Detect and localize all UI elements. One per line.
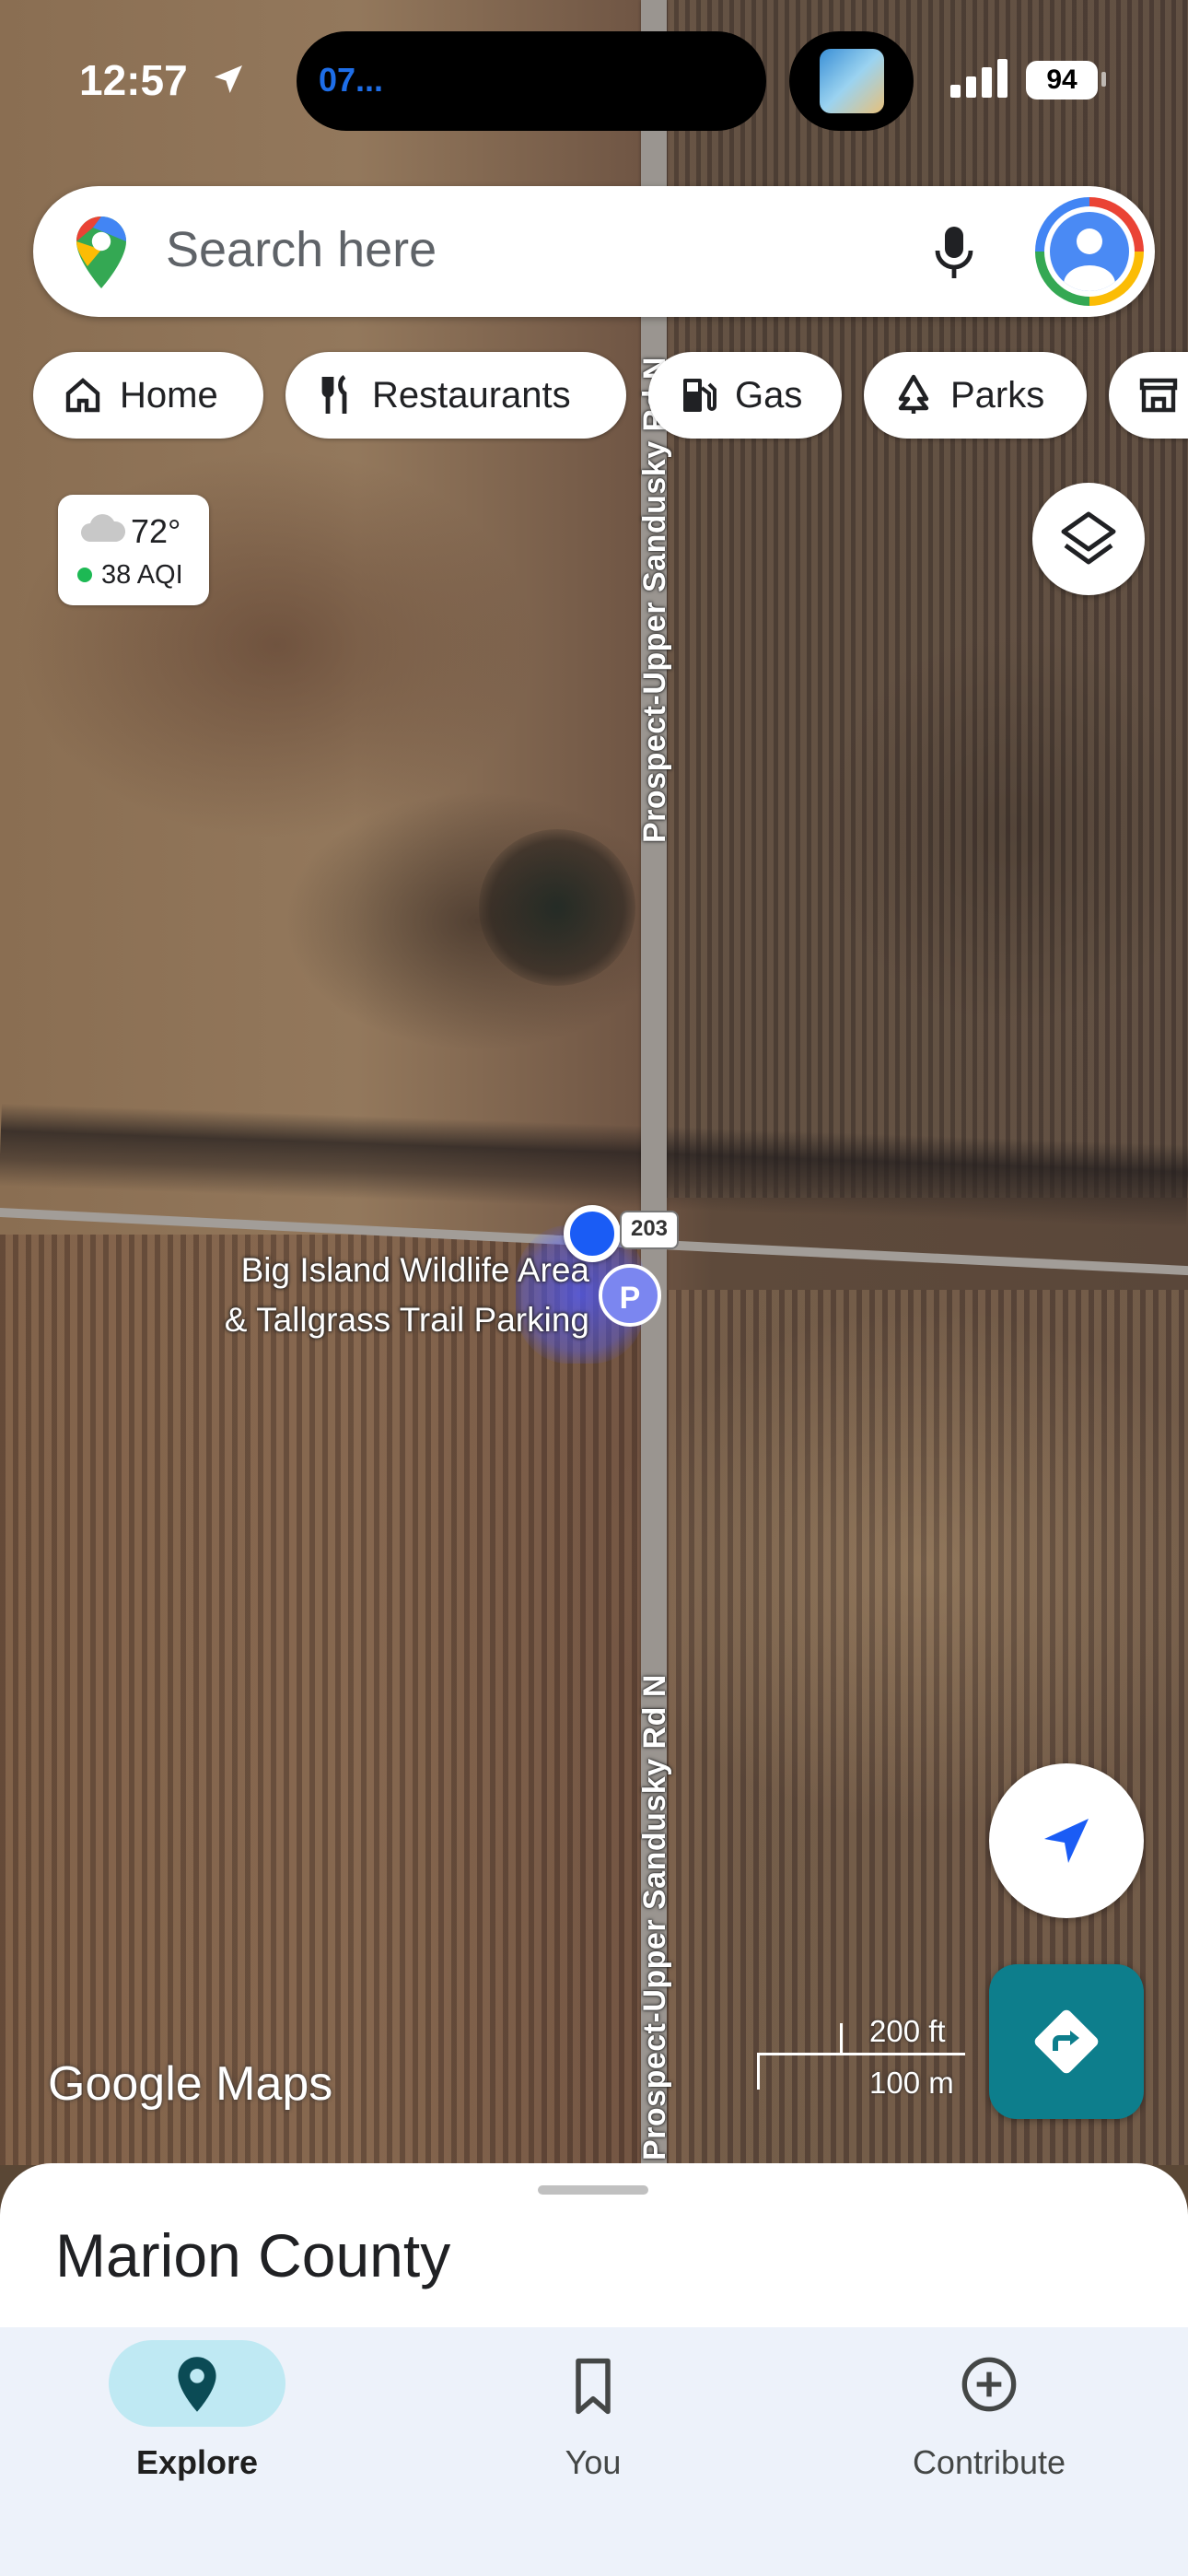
farm-field	[0, 1235, 645, 2165]
directions-button[interactable]	[989, 1964, 1144, 2119]
shopping-icon	[1139, 378, 1178, 413]
nav-contribute[interactable]: Contribute	[851, 2443, 1127, 2482]
scale-imperial: 200 ft	[869, 2014, 946, 2048]
google-maps-logo: Google Maps	[48, 2056, 332, 2112]
microphone-icon[interactable]	[932, 225, 976, 280]
chip-home[interactable]: Home	[33, 352, 263, 439]
aqi-status-dot	[77, 568, 92, 582]
parking-pin[interactable]: P	[599, 1264, 661, 1327]
place-label[interactable]: Big Island Wildlife Area & Tallgrass Tra…	[147, 1246, 589, 1345]
location-arrow-icon	[215, 65, 242, 93]
battery-nub	[1101, 72, 1106, 87]
park-icon	[898, 374, 929, 414]
category-chips: Home Restaurants Gas Parks	[0, 352, 1188, 440]
gas-icon	[683, 379, 716, 412]
navigation-arrow-icon	[1044, 1819, 1089, 1863]
farm-field	[663, 0, 1188, 1198]
google-maps-pin-icon	[76, 217, 126, 288]
layers-icon	[1061, 511, 1116, 565]
nav-explore[interactable]: Explore	[59, 2443, 335, 2482]
scale-tick	[757, 2053, 760, 2090]
restaurant-icon	[321, 375, 347, 414]
logo-maps: Maps	[215, 2057, 333, 2111]
cellular-signal-icon	[950, 59, 1007, 98]
sheet-drag-handle[interactable]	[538, 2185, 648, 2195]
weather-temperature: 72°	[131, 512, 181, 550]
add-circle-icon[interactable]	[960, 2355, 1019, 2414]
scale-bar	[757, 2053, 965, 2055]
sheet-title: Marion County	[55, 2221, 451, 2289]
battery-indicator: 94	[1026, 61, 1098, 100]
road-label: Prospect-Upper Sandusky Rd N	[637, 1674, 672, 2160]
avatar[interactable]	[1050, 212, 1129, 291]
directions-icon	[1034, 2009, 1099, 2074]
podcast-artwork	[820, 49, 884, 113]
aqi-value: 38 AQI	[101, 560, 183, 590]
scale-metric: 100 m	[869, 2066, 954, 2100]
clock: 12:57	[79, 56, 188, 104]
nav-you[interactable]: You	[455, 2443, 731, 2482]
chip-label: Parks	[950, 374, 1045, 416]
person-icon	[1064, 228, 1115, 291]
dynamic-island-text: 07...	[319, 61, 384, 99]
scale-tick	[840, 2023, 843, 2055]
bookmark-icon[interactable]	[567, 2357, 619, 2416]
chip-shopping[interactable]	[1109, 352, 1188, 439]
chip-parks[interactable]: Parks	[864, 352, 1087, 439]
explore-pin-icon[interactable]	[171, 2355, 223, 2414]
status-bar: 12:57 07... 94	[0, 0, 1188, 166]
route-shield: 203	[620, 1211, 679, 1249]
chip-label: Home	[120, 374, 218, 416]
tree-cluster	[479, 829, 635, 986]
chip-label: Gas	[735, 374, 803, 416]
cloud-icon	[81, 514, 126, 542]
logo-google: Google	[48, 2057, 203, 2111]
recenter-button[interactable]	[989, 1763, 1144, 1918]
chip-gas[interactable]: Gas	[648, 352, 842, 439]
chip-restaurants[interactable]: Restaurants	[285, 352, 626, 439]
place-label-line1: Big Island Wildlife Area	[240, 1251, 589, 1289]
layers-button[interactable]	[1032, 483, 1145, 595]
place-label-line2: & Tallgrass Trail Parking	[224, 1301, 589, 1339]
home-icon	[65, 378, 100, 413]
chip-label: Restaurants	[372, 374, 571, 416]
search-input[interactable]: Search here	[166, 221, 437, 278]
